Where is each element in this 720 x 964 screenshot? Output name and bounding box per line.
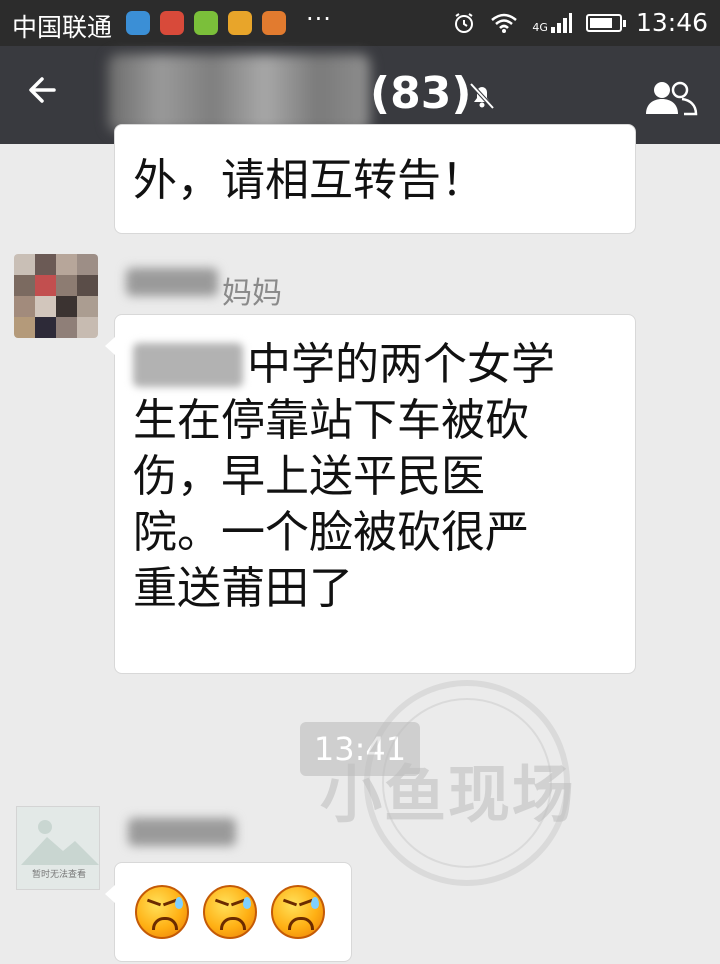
message-content: 中学的两个女学 生在停靠站下车被砍 伤，早上送平民医 院。一个脸被砍很严 重送莆… [133, 337, 555, 617]
image-placeholder-icon [21, 820, 99, 865]
chat-member-count: (83) [370, 68, 472, 119]
redacted-school-name [133, 343, 243, 387]
muted-bell-icon [469, 82, 495, 110]
status-bar: 中国联通 ··· 4G 13:46 [0, 0, 720, 46]
app-notification-icon [126, 11, 150, 35]
sweating-angry-face-icon [271, 885, 325, 939]
sweating-angry-face-icon [203, 885, 257, 939]
message-text: 外，请相互转告！ [133, 155, 485, 206]
notification-icons [126, 11, 286, 35]
clock: 13:46 [635, 8, 708, 37]
emoji-row [135, 885, 325, 939]
sender-name: 妈妈 [222, 276, 282, 311]
network-type-label: 4G [532, 20, 548, 34]
app-notification-icon [262, 11, 286, 35]
bubble-tail [105, 885, 115, 903]
status-indicators: 4G 13:46 [452, 8, 708, 37]
watermark-text: 小鱼现场 [320, 758, 577, 831]
carrier-label: 中国联通 [12, 13, 113, 42]
message-bubble[interactable]: 外，请相互转告！ [114, 124, 636, 234]
group-members-icon[interactable] [644, 80, 698, 116]
avatar[interactable]: 暂时无法查看 [16, 806, 100, 890]
more-notifications-icon: ··· [306, 5, 332, 33]
sweating-angry-face-icon [135, 885, 189, 939]
sender-name-redacted [128, 818, 236, 846]
chat-title-redacted [108, 54, 370, 132]
signal-bars-icon [550, 12, 572, 33]
bubble-tail [105, 337, 115, 355]
image-unavailable-label: 暂时无法查看 [31, 870, 86, 880]
app-notification-icon [160, 11, 184, 35]
sender-name-redacted [126, 268, 218, 296]
wifi-icon [491, 13, 518, 33]
avatar[interactable] [14, 254, 98, 338]
app-notification-icon [228, 11, 252, 35]
app-notification-icon [194, 11, 218, 35]
chat-message-list[interactable]: 外，请相互转告！ 妈妈 中学的两个女学 生在停靠站下车被砍 伤，早上送平民医 院… [0, 124, 720, 964]
message-bubble[interactable]: 中学的两个女学 生在停靠站下车被砍 伤，早上送平民医 院。一个脸被砍很严 重送莆… [105, 314, 636, 674]
signal-indicator: 4G [532, 12, 572, 34]
back-arrow-icon[interactable] [24, 70, 60, 118]
message-bubble[interactable] [105, 862, 352, 962]
battery-icon [585, 13, 626, 32]
alarm-icon [455, 12, 474, 33]
